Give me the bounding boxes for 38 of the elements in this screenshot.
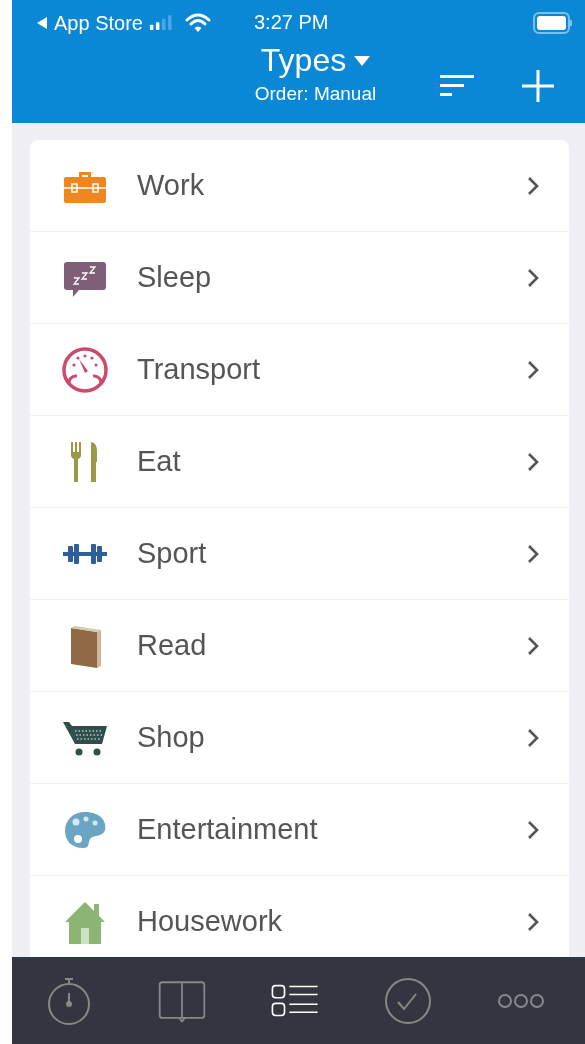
chevron-right-icon — [527, 267, 539, 288]
type-row[interactable]: Work — [30, 140, 569, 232]
header-title[interactable]: Types — [260, 42, 347, 79]
type-label: Shop — [137, 721, 206, 754]
type-row[interactable]: Eat — [30, 416, 569, 508]
type-label: Transport — [137, 353, 262, 386]
type-row[interactable]: Read — [30, 600, 569, 692]
check-circle-icon[interactable] — [382, 975, 433, 1026]
signal-icon — [148, 15, 175, 31]
type-label: Sleep — [137, 261, 213, 294]
type-row[interactable]: Shop — [30, 692, 569, 784]
sort-icon[interactable] — [440, 75, 474, 97]
add-icon[interactable] — [521, 69, 555, 103]
chevron-right-icon — [527, 635, 539, 656]
status-time: 3:27 PM — [254, 11, 329, 34]
battery-icon — [533, 12, 573, 34]
chevron-right-icon — [527, 359, 539, 380]
type-label: Eat — [137, 445, 182, 478]
type-row[interactable]: Entertainment — [30, 784, 569, 876]
chevron-right-icon — [527, 819, 539, 840]
type-label: Sport — [137, 537, 208, 570]
chevron-right-icon — [527, 543, 539, 564]
chevron-right-icon — [527, 911, 539, 932]
dropdown-caret-icon[interactable] — [354, 55, 371, 66]
type-row[interactable]: Sleep — [30, 232, 569, 324]
back-label[interactable]: App Store — [54, 11, 143, 35]
chevron-right-icon — [527, 451, 539, 472]
wifi-icon — [184, 13, 211, 33]
chevron-right-icon — [527, 727, 539, 748]
back-arrow-icon[interactable] — [36, 16, 48, 30]
chevron-right-icon — [527, 175, 539, 196]
type-label: Entertainment — [137, 813, 319, 846]
header-subtitle: Order: Manual — [254, 83, 377, 105]
type-label: Read — [137, 629, 208, 662]
type-label: Work — [137, 169, 206, 202]
type-row[interactable]: Sport — [30, 508, 569, 600]
type-label: Housework — [137, 905, 284, 938]
type-row[interactable]: Transport — [30, 324, 569, 416]
